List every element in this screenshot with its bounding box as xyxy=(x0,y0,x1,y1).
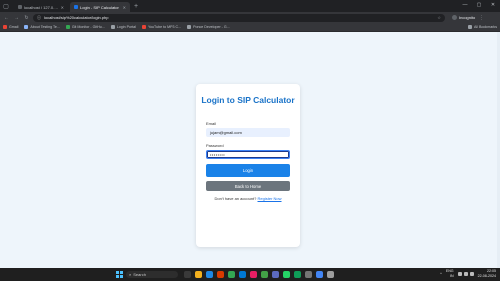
address-text: localhost/sip%20calculator/login.php xyxy=(44,15,109,20)
favicon-icon xyxy=(74,5,78,9)
tab-localhost[interactable]: localhost / 127.0.0.1 / sip_calc ✕ xyxy=(14,2,68,12)
address-bar[interactable]: ⓘ localhost/sip%20calculator/login.php ☆ xyxy=(33,13,445,22)
bookmark-git[interactable]: Git Monitor - GitHu... xyxy=(65,25,105,29)
file-explorer-icon[interactable] xyxy=(195,271,202,278)
windows-start-icon[interactable] xyxy=(116,271,123,278)
reload-icon[interactable]: ↻ xyxy=(23,14,30,21)
login-card: Login to SIP Calculator Email jujam@gmai… xyxy=(196,84,300,247)
browser-toolbar: ← → ↻ ⓘ localhost/sip%20calculator/login… xyxy=(0,12,500,23)
search-icon: ⌕ xyxy=(129,272,132,277)
battery-icon xyxy=(469,271,474,276)
bookmark-label: Gmail xyxy=(9,25,19,29)
register-link[interactable]: Register Now xyxy=(258,196,282,201)
bookmark-label: Git Monitor - GitHu... xyxy=(71,25,105,29)
bookmark-label: All Bookmarks xyxy=(474,25,497,29)
bookmark-label: About Testing Te... xyxy=(30,25,60,29)
close-icon[interactable]: ✕ xyxy=(123,5,126,10)
date-label: 22-08-2024 xyxy=(477,273,496,278)
tab-login[interactable]: Login - SIP Calculator ✕ xyxy=(70,2,130,12)
back-to-home-button[interactable]: Back to Home xyxy=(206,181,290,191)
page-viewport: Login to SIP Calculator Email jujam@gmai… xyxy=(0,32,500,268)
tab-search-icon[interactable]: ▢ xyxy=(0,0,12,12)
incognito-icon xyxy=(452,15,457,20)
tab-title: Login - SIP Calculator xyxy=(80,4,119,10)
password-field[interactable]: •••••••• xyxy=(206,150,290,159)
password-label: Password xyxy=(206,143,224,148)
clock[interactable]: 22:05 22-08-2024 xyxy=(478,269,496,278)
favicon-icon xyxy=(18,5,22,9)
vscode-icon[interactable] xyxy=(239,271,246,278)
bookmark-label: Ponce Developer - G... xyxy=(193,25,230,29)
xampp-icon[interactable] xyxy=(261,271,268,278)
maximize-icon[interactable]: ▢ xyxy=(472,0,486,10)
folder-icon xyxy=(468,25,473,29)
chevron-up-icon[interactable]: ^ xyxy=(440,272,442,276)
email-label: Email xyxy=(206,121,217,126)
bookmark-icon xyxy=(110,25,115,29)
taskbar-apps xyxy=(184,271,334,278)
email-field[interactable]: jujam@gmail.com xyxy=(206,128,290,137)
tab-title: localhost / 127.0.0.1 / sip_calc xyxy=(24,4,59,10)
edge-icon[interactable] xyxy=(206,271,213,278)
tab-strip: ▢ localhost / 127.0.0.1 / sip_calc ✕ Log… xyxy=(0,0,500,12)
bookmark-youtube[interactable]: YouTube to MP3 C... xyxy=(141,25,182,29)
chrome-icon[interactable] xyxy=(228,271,235,278)
close-icon[interactable]: ✕ xyxy=(61,5,64,10)
close-window-icon[interactable]: ✕ xyxy=(486,0,500,10)
incognito-badge[interactable]: Incognito xyxy=(452,15,475,20)
all-bookmarks[interactable]: All Bookmarks xyxy=(468,25,497,29)
minimize-icon[interactable]: — xyxy=(458,0,472,10)
taskbar-search[interactable]: ⌕ Search xyxy=(126,271,178,278)
bookmark-developer[interactable]: Ponce Developer - G... xyxy=(187,25,230,29)
app-icon[interactable] xyxy=(316,271,323,278)
taskbar: ⌕ Search ^ ENG IN 22:05 22-08-2024 xyxy=(0,268,500,281)
system-tray: ^ ENG IN 22:05 22-08-2024 xyxy=(440,269,496,278)
app-icon[interactable] xyxy=(327,271,334,278)
whatsapp-icon[interactable] xyxy=(283,271,290,278)
new-tab-button[interactable]: + xyxy=(134,2,138,12)
bookmark-icon xyxy=(187,25,192,29)
volume-icon xyxy=(463,271,468,276)
page-title: Login to SIP Calculator xyxy=(201,95,295,105)
incognito-label: Incognito xyxy=(459,15,476,20)
app-icon[interactable] xyxy=(272,271,279,278)
menu-icon[interactable]: ⋮ xyxy=(478,14,485,21)
signup-text: Don't have an account? xyxy=(214,196,257,201)
bookmark-gmail[interactable]: Gmail xyxy=(3,25,18,29)
language-indicator[interactable]: ENG IN xyxy=(446,269,454,278)
search-placeholder: Search xyxy=(133,272,146,277)
bookmarks-bar: Gmail About Testing Te... Git Monitor - … xyxy=(0,23,500,32)
bookmark-about[interactable]: About Testing Te... xyxy=(24,25,60,29)
office-icon[interactable] xyxy=(217,271,224,278)
site-info-icon[interactable]: ⓘ xyxy=(37,15,41,21)
gmail-icon xyxy=(3,25,7,29)
wifi-icon xyxy=(457,271,462,276)
app-icon[interactable] xyxy=(250,271,257,278)
bookmark-label: Login Portal xyxy=(116,25,136,29)
forward-icon[interactable]: → xyxy=(13,14,20,21)
settings-icon[interactable] xyxy=(305,271,312,278)
bookmark-icon xyxy=(65,25,70,29)
window-controls: — ▢ ✕ xyxy=(458,0,500,10)
app-icon[interactable] xyxy=(294,271,301,278)
youtube-icon xyxy=(141,25,146,29)
region-label: IN xyxy=(450,273,454,278)
system-icons[interactable] xyxy=(457,271,474,276)
task-view-icon[interactable] xyxy=(184,271,191,278)
login-button[interactable]: Login xyxy=(206,164,290,177)
back-icon[interactable]: ← xyxy=(3,14,10,21)
bookmark-icon xyxy=(24,25,29,29)
bookmark-login-portal[interactable]: Login Portal xyxy=(110,25,136,29)
bookmark-star-icon[interactable]: ☆ xyxy=(437,15,441,20)
signup-prompt: Don't have an account? Register Now xyxy=(196,196,300,201)
bookmark-label: YouTube to MP3 C... xyxy=(147,25,182,29)
